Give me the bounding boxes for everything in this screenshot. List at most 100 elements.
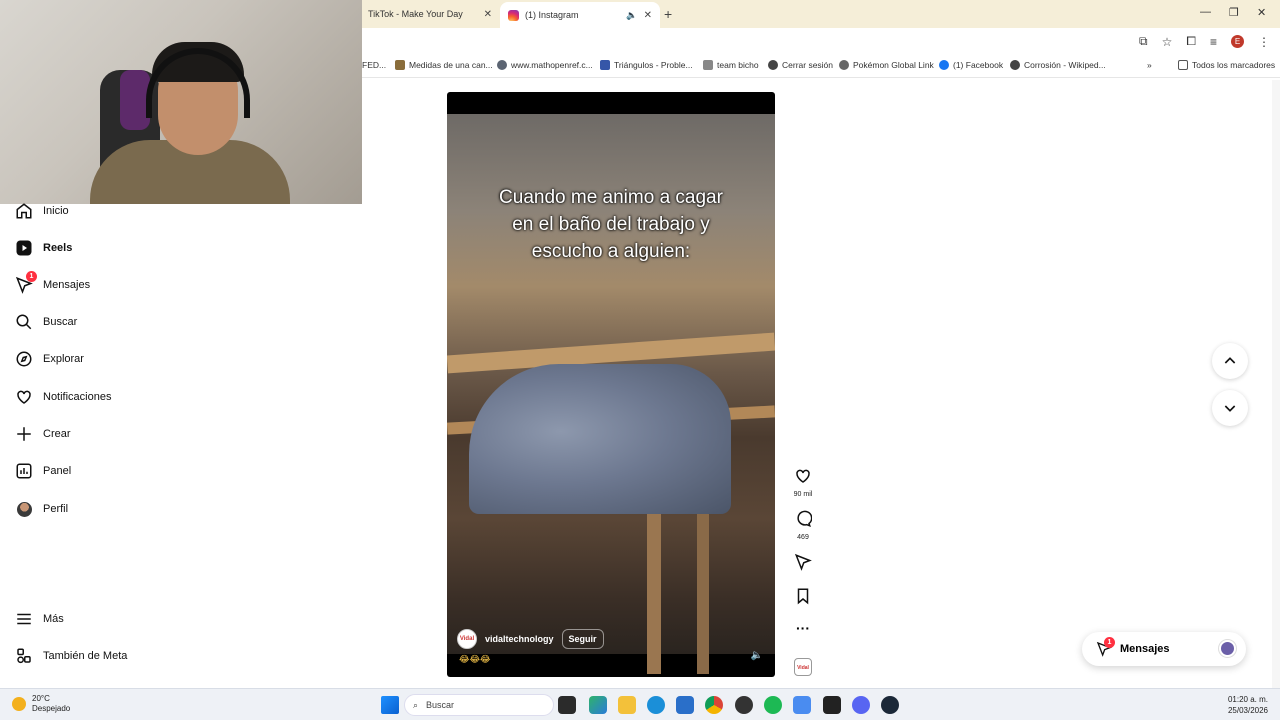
tab-instagram[interactable]: (1) Instagram 🔈 ✕ (500, 2, 660, 28)
avatar (1219, 640, 1236, 657)
sidebar-item-label: Buscar (43, 316, 78, 328)
author-avatar[interactable]: Vidal (457, 629, 477, 649)
bookmark-item[interactable]: Cerrar sesión (768, 60, 833, 70)
start-icon[interactable] (381, 696, 399, 714)
media-control-icon[interactable]: ≡ (1210, 35, 1217, 49)
dashboard-icon (14, 461, 34, 481)
avatar (14, 499, 34, 519)
tab-label: (1) Instagram (525, 10, 579, 20)
speaker-icon[interactable]: 🔈 (626, 10, 637, 21)
more-options-icon[interactable]: ··· (788, 620, 818, 636)
sidebar-item-mensajes[interactable]: 1 Mensajes (14, 271, 90, 295)
bookmark-item[interactable]: Triángulos - Proble... (600, 60, 693, 70)
bookmark-item[interactable]: Corrosión - Wikiped... (1010, 60, 1106, 70)
tab-tiktok[interactable]: TikTok - Make Your Day ✕ (360, 4, 500, 24)
reel-caption: Cuando me animo a cagar en el baño del t… (447, 184, 775, 265)
taskbar-clock[interactable]: 01:20 a. m. 25/03/2026 (1228, 694, 1268, 716)
toolbar-icons: ⧉ ☆ ⧠ ≡ E ⋮ (1139, 34, 1270, 49)
like-button[interactable]: 90 mil (788, 467, 818, 498)
sidebar-item-label: Notificaciones (43, 391, 112, 403)
file-explorer-icon[interactable] (618, 696, 636, 714)
reel-author: Vidal vidaltechnology Seguir (457, 629, 604, 649)
bookmark-item[interactable]: (1) Facebook (939, 60, 1003, 70)
follow-button[interactable]: Seguir (561, 629, 604, 649)
discord-icon[interactable] (852, 696, 870, 714)
chrome-icon[interactable] (705, 696, 723, 714)
new-tab-icon[interactable]: + (664, 6, 672, 22)
install-app-icon[interactable]: ⧉ (1139, 34, 1148, 49)
copilot-icon[interactable] (589, 696, 607, 714)
sidebar-item-label: Perfil (43, 503, 69, 515)
sidebar-item-crear[interactable]: Crear (14, 424, 71, 444)
save-button[interactable] (788, 587, 818, 610)
next-reel-button[interactable] (1212, 390, 1248, 426)
profile-avatar[interactable]: E (1231, 35, 1244, 48)
page-scrollbar[interactable] (1272, 80, 1280, 688)
close-icon[interactable]: ✕ (644, 10, 652, 21)
bookmark-item[interactable]: Medidas de una can... (395, 60, 493, 70)
search-placeholder: Buscar (426, 700, 455, 710)
bookmark-item[interactable]: Pokémon Global Link (839, 60, 934, 70)
sidebar-item-label: También de Meta (43, 650, 128, 662)
weather-widget[interactable]: 20°C Despejado (12, 694, 70, 714)
shield-icon[interactable] (793, 696, 811, 714)
more-bookmarks-icon[interactable]: » (1147, 60, 1152, 70)
star-icon[interactable]: ☆ (1162, 35, 1173, 49)
sidebar-item-tambien-de-meta[interactable]: También de Meta (14, 646, 127, 666)
bookmark-icon (797, 588, 809, 605)
bookmark-item[interactable]: FED... (362, 60, 386, 70)
sidebar-item-reels[interactable]: Reels (14, 238, 72, 258)
store-icon[interactable] (676, 696, 694, 714)
instagram-icon (508, 9, 519, 21)
sidebar-item-inicio[interactable]: Inicio (14, 201, 69, 221)
speaker-icon[interactable]: 🔈 (751, 650, 763, 661)
bookmark-label: team bicho (717, 60, 759, 70)
bookmark-label: Todos los marcadores (1192, 60, 1276, 70)
plus-icon (14, 424, 34, 444)
sidebar-item-label: Explorar (43, 353, 84, 365)
spotify-icon[interactable] (764, 696, 782, 714)
edge-icon[interactable] (647, 696, 665, 714)
steam-icon[interactable] (881, 696, 899, 714)
caption-line: en el baño del trabajo y (512, 214, 710, 235)
close-window-icon[interactable]: ✕ (1257, 6, 1266, 19)
kebab-menu-icon[interactable]: ⋮ (1258, 35, 1270, 49)
heart-icon (796, 469, 810, 483)
obs-icon[interactable] (735, 696, 753, 714)
bookmark-item[interactable]: www.mathopenref.c... (497, 60, 593, 70)
restore-icon[interactable]: ❐ (1229, 6, 1239, 19)
messenger-icon: 1 (14, 271, 37, 295)
sidebar-item-notificaciones[interactable]: Notificaciones (14, 387, 111, 407)
comment-button[interactable]: 469 (788, 510, 818, 541)
bookmark-item[interactable]: Todos los marcadores (1178, 60, 1275, 70)
sidebar-item-mas[interactable]: Más (14, 609, 64, 629)
webcam-overlay (0, 0, 362, 204)
sidebar-item-perfil[interactable]: Perfil (14, 499, 68, 519)
reel-video[interactable]: Cuando me animo a cagar en el baño del t… (447, 92, 775, 677)
minimize-icon[interactable]: — (1200, 6, 1211, 18)
messenger-icon: 1 (1096, 637, 1115, 657)
bookmark-label: Cerrar sesión (782, 60, 834, 70)
messages-pill[interactable]: 1 Mensajes (1082, 632, 1246, 666)
task-view-icon[interactable] (558, 696, 576, 714)
sidebar-item-buscar[interactable]: Buscar (14, 312, 77, 332)
clock-time: 01:20 a. m. (1227, 695, 1268, 704)
share-icon (794, 553, 812, 571)
globe-icon (1010, 60, 1020, 70)
wood-post (647, 514, 661, 674)
taskbar-search[interactable]: ⌕ Buscar (404, 694, 554, 716)
capcut-icon[interactable] (823, 696, 841, 714)
sidebar-item-panel[interactable]: Panel (14, 461, 71, 481)
previous-reel-button[interactable] (1212, 343, 1248, 379)
audio-avatar: Vidal (794, 658, 812, 676)
close-icon[interactable]: ✕ (484, 9, 492, 20)
sidebar-item-explorar[interactable]: Explorar (14, 349, 84, 369)
site-icon (703, 60, 713, 70)
author-name[interactable]: vidaltechnology (485, 634, 554, 644)
folder-icon (395, 60, 405, 70)
reel-description[interactable]: 😂😂😂 (459, 654, 491, 665)
audio-thumbnail[interactable]: Vidal (788, 656, 818, 676)
extensions-icon[interactable]: ⧠ (1186, 34, 1196, 49)
share-button[interactable] (788, 553, 818, 576)
bookmark-item[interactable]: team bicho (703, 60, 759, 70)
